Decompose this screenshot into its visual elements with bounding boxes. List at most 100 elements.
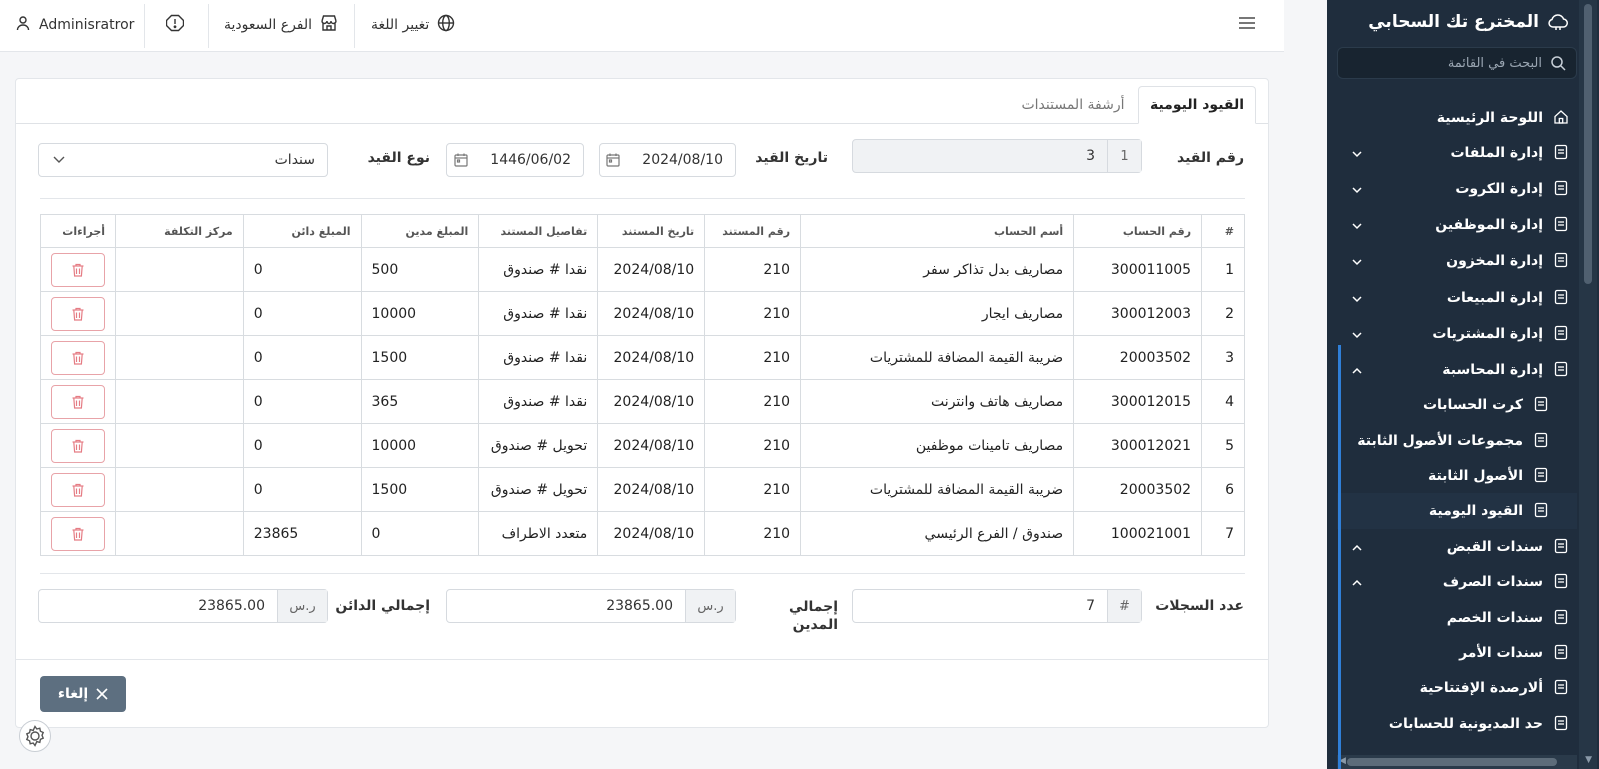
sidebar-item[interactable]: كرت الحسابات — [1337, 387, 1577, 423]
delete-row-button[interactable] — [51, 296, 106, 331]
delete-row-button[interactable] — [51, 252, 106, 287]
delete-row-button[interactable] — [51, 340, 106, 375]
menu-search[interactable] — [1337, 47, 1577, 79]
top-bar: Adminisratror الفرع السعودية تغيير اللغة — [0, 0, 1284, 52]
trash-icon — [71, 483, 85, 497]
hijri-date-input[interactable]: 1446/06/02 — [446, 143, 584, 177]
branch-selector[interactable]: الفرع السعودية — [224, 0, 338, 50]
alert-icon — [165, 14, 185, 36]
tab-doc-archive[interactable]: أرشفة المستندات — [1008, 86, 1138, 124]
tag-icon — [1551, 180, 1569, 198]
doc-no-cell: 210 — [704, 467, 802, 512]
sidebar-item[interactable]: إدارة الموظفين — [1337, 207, 1577, 243]
sidebar-item[interactable]: إدارة الملفات — [1337, 135, 1577, 171]
records-count-addon: # — [1107, 590, 1141, 622]
sidebar-item[interactable]: إدارة المبيعات — [1337, 280, 1577, 316]
col-header-doc-details: تفاصيل المستند — [478, 214, 599, 248]
total-credit-currency: ر.س — [277, 590, 327, 622]
sidebar-horizontal-scrollbar[interactable]: ◀ — [1337, 755, 1577, 769]
row-index-cell: 1 — [1201, 247, 1245, 292]
col-header-doc-date: تاريخ المستند — [597, 214, 706, 248]
sidebar-item-label: مجموعات الأصول الثابتة — [1357, 433, 1523, 449]
tab-daily-entries[interactable]: القيود اليومية — [1138, 86, 1256, 124]
sidebar-item[interactable]: اللوحة الرئيسية — [1337, 100, 1577, 136]
delete-row-button[interactable] — [51, 428, 106, 463]
sidebar-scrollbar[interactable]: ▼ — [1579, 0, 1597, 769]
sidebar: المخترع تك السحابي اللوحة الرئيسية إدارة … — [1327, 0, 1599, 769]
sidebar-item[interactable]: إدارة المحاسبة — [1337, 352, 1577, 388]
cancel-button[interactable]: إلغاء — [40, 676, 126, 712]
trash-icon — [71, 527, 85, 541]
row-index-cell: 3 — [1201, 335, 1245, 380]
file-icon — [1551, 715, 1569, 733]
debit-amount-cell: 10000 — [360, 291, 480, 336]
globe-icon — [437, 14, 455, 36]
doc-details-cell: نقدا # صندوق — [478, 291, 599, 336]
entry-type-select[interactable]: سندات — [38, 143, 328, 177]
sidebar-item-label: إدارة الموظفين — [1435, 217, 1543, 233]
trash-icon — [71, 307, 85, 321]
close-icon — [96, 688, 108, 700]
row-index-cell: 6 — [1201, 467, 1245, 512]
sidebar-item[interactable]: إدارة المخزون — [1337, 243, 1577, 279]
account-no-cell: 300012015 — [1073, 379, 1203, 424]
receipt-icon — [1551, 573, 1569, 591]
sidebar-item[interactable]: مجموعات الأصول الثابتة — [1337, 423, 1577, 459]
home-icon — [1551, 109, 1569, 127]
row-index-cell: 5 — [1201, 423, 1245, 468]
alert-button[interactable] — [165, 0, 185, 50]
menu-search-input[interactable] — [1352, 55, 1542, 71]
col-header-account-name: أسم الحساب — [800, 214, 1075, 248]
delete-row-button[interactable] — [51, 384, 106, 419]
delete-row-button[interactable] — [51, 516, 106, 551]
debit-amount-cell: 0 — [360, 511, 480, 556]
cost-center-cell — [115, 379, 244, 424]
language-selector[interactable]: تغيير اللغة — [371, 0, 455, 50]
table-row: 6 20003502 ضريبة القيمة المضافة للمشتريات 2… — [39, 467, 1245, 512]
gear-icon — [24, 725, 46, 747]
doc-date-cell: 2024/08/10 — [597, 423, 706, 468]
debit-amount-cell: 365 — [360, 379, 480, 424]
doc-no-cell: 210 — [704, 335, 802, 380]
sidebar-item[interactable]: الأصول الثابتة — [1337, 458, 1577, 494]
row-index-cell: 2 — [1201, 291, 1245, 336]
sidebar-item[interactable]: سندات الخصم — [1337, 600, 1577, 636]
doc-date-cell: 2024/08/10 — [597, 247, 706, 292]
entries-table: # رقم الحساب أسم الحساب رقم المستند تاري… — [39, 214, 1245, 556]
branch-name: الفرع السعودية — [224, 17, 313, 33]
settings-fab[interactable] — [19, 720, 51, 752]
sidebar-item[interactable]: إدارة الكروت — [1337, 171, 1577, 207]
entry-date-input[interactable]: 2024/08/10 — [599, 143, 736, 177]
brand-name: المخترع تك السحابي — [1368, 12, 1539, 32]
sidebar-item-label: كرت الحسابات — [1422, 397, 1523, 413]
sidebar-item[interactable]: القيود اليومية — [1337, 493, 1577, 529]
sidebar-item[interactable]: سندات القبض — [1337, 529, 1577, 565]
receipt-icon — [1551, 609, 1569, 627]
delete-row-button[interactable] — [51, 472, 106, 507]
col-header-cost-center: مركز التكلفة — [115, 214, 244, 248]
sidebar-item[interactable]: حد المديونية للحسابات — [1337, 706, 1577, 742]
sidebar-item[interactable]: سندات الأمر — [1337, 635, 1577, 671]
chevron-down-icon — [1349, 146, 1363, 160]
cloud-logo-icon — [1547, 13, 1569, 31]
books-icon — [1531, 502, 1549, 520]
trash-icon — [71, 351, 85, 365]
doc-details-cell: تحويل # صندوق — [478, 467, 599, 512]
sidebar-item-label: سندات الصرف — [1442, 574, 1543, 590]
brand[interactable]: المخترع تك السحابي — [1337, 10, 1577, 34]
sidebar-item[interactable]: سندات الصرف — [1337, 564, 1577, 600]
sliders-icon — [1531, 396, 1549, 414]
account-no-cell: 300012021 — [1073, 423, 1203, 468]
sidebar-item-label: إدارة الكروت — [1455, 181, 1543, 197]
doc-details-cell: تحويل # صندوق — [478, 423, 599, 468]
user-menu[interactable]: Adminisratror — [15, 0, 134, 50]
account-no-cell: 20003502 — [1073, 467, 1203, 512]
receipt-icon — [1551, 679, 1569, 697]
entry-no-label: رقم القيد — [1176, 150, 1244, 166]
sidebar-item[interactable]: ألارصدة الإفتتاحية — [1337, 670, 1577, 706]
menu-toggle-button[interactable] — [1237, 0, 1257, 50]
credit-amount-cell: 23865 — [242, 511, 362, 556]
actions-cell — [39, 467, 117, 512]
entry-no-field: 1 3 — [852, 139, 1142, 173]
sidebar-item[interactable]: إدارة المشتريات — [1337, 316, 1577, 352]
